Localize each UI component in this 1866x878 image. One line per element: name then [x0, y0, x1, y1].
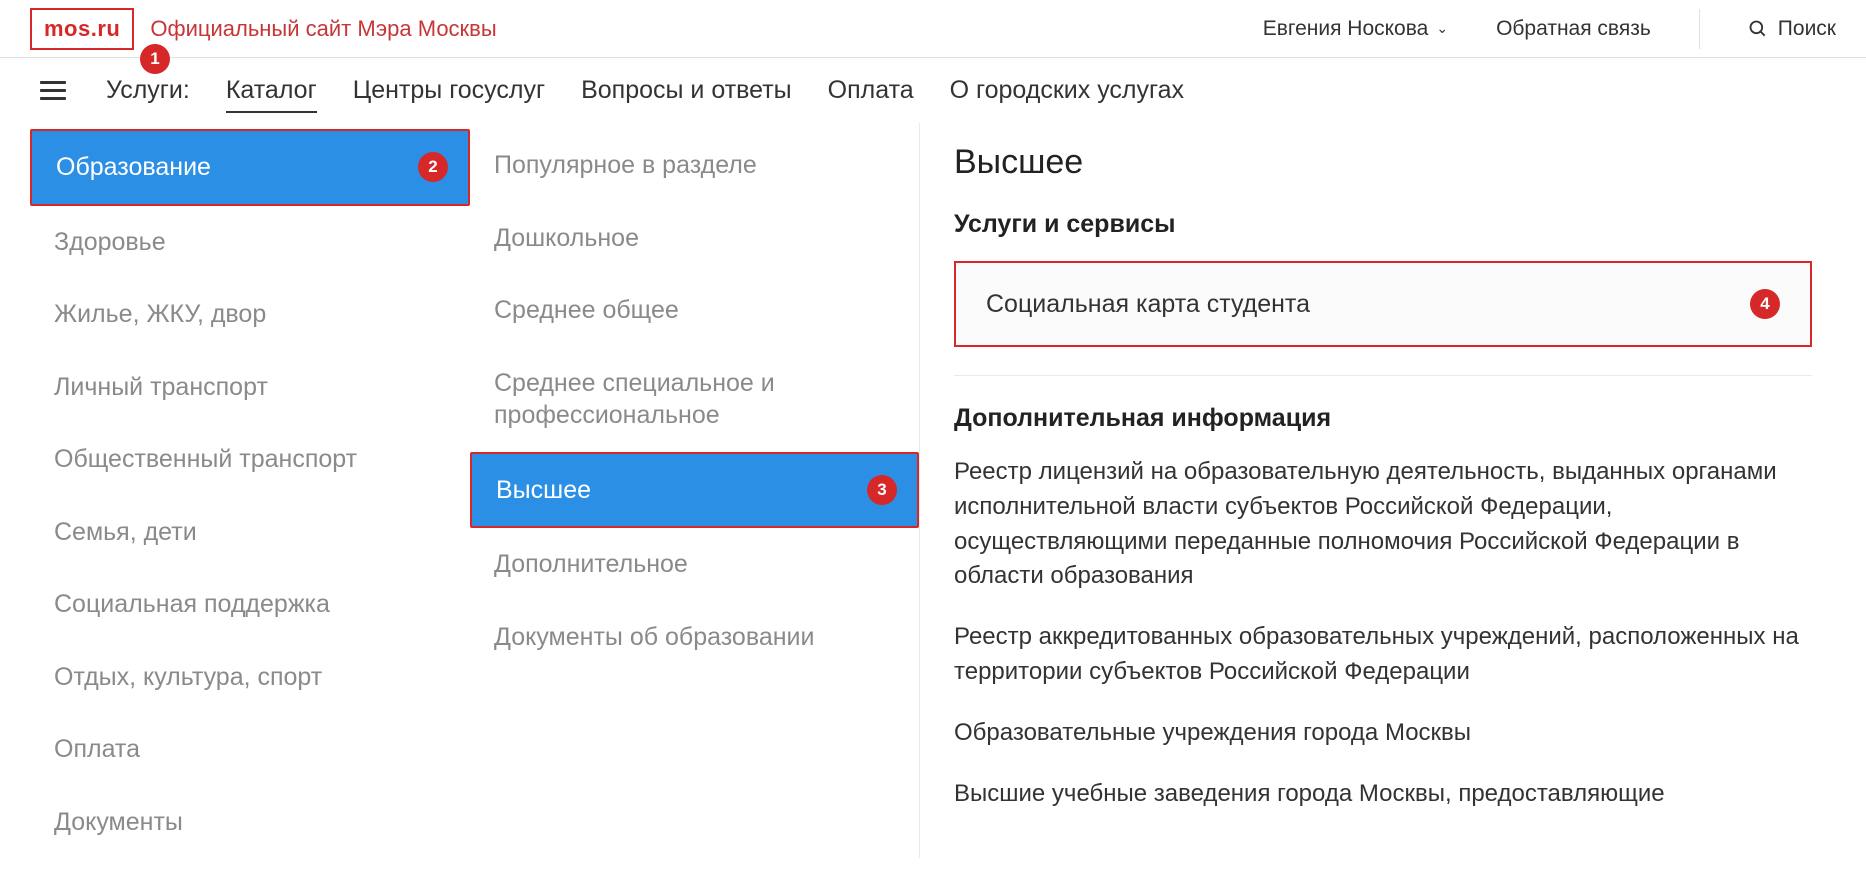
nav-item-centers[interactable]: Центры госуслуг: [353, 76, 545, 105]
nav-item-catalog[interactable]: Каталог: [226, 76, 317, 105]
main-nav: Услуги: Каталог Центры госуслуг Вопросы …: [0, 58, 1866, 123]
site-subtitle: Официальный сайт Мэра Москвы: [150, 16, 496, 42]
subcat-additional[interactable]: Дополнительное: [470, 528, 919, 601]
subcat-label: Высшее: [496, 476, 591, 504]
nav-label: Услуги:: [106, 76, 190, 105]
subcategory-column: Популярное в разделе Дошкольное Среднее …: [470, 123, 920, 858]
divider: [1699, 9, 1700, 49]
nav-item-faq[interactable]: Вопросы и ответы: [581, 76, 792, 105]
nav-item-about[interactable]: О городских услугах: [950, 76, 1184, 105]
service-label: Социальная карта студента: [986, 290, 1310, 319]
page-title: Высшее: [954, 143, 1812, 182]
annotation-badge-1: 1: [140, 44, 170, 74]
annotation-badge-4: 4: [1750, 289, 1780, 319]
subcat-secondary[interactable]: Среднее общее: [470, 274, 919, 347]
annotation-badge-2: 2: [418, 152, 448, 182]
search-button[interactable]: Поиск: [1748, 17, 1836, 41]
subcat-edu-docs[interactable]: Документы об образовании: [470, 601, 919, 674]
category-payment[interactable]: Оплата: [30, 713, 470, 786]
category-documents[interactable]: Документы: [30, 786, 470, 859]
category-social[interactable]: Социальная поддержка: [30, 568, 470, 641]
hamburger-icon[interactable]: [40, 81, 66, 100]
category-education[interactable]: Образование 2: [30, 129, 470, 206]
subcat-higher[interactable]: Высшее 3: [470, 452, 919, 529]
service-student-card[interactable]: Социальная карта студента 4: [954, 261, 1812, 347]
subcat-vocational[interactable]: Среднее специальное и профессиональное: [470, 347, 919, 452]
site-logo[interactable]: mos.ru: [30, 8, 134, 50]
extra-info-heading: Дополнительная информация: [954, 404, 1812, 433]
category-health[interactable]: Здоровье: [30, 206, 470, 279]
subcat-popular[interactable]: Популярное в разделе: [470, 129, 919, 202]
search-icon: [1748, 19, 1768, 39]
category-label: Образование: [56, 153, 211, 181]
category-personal-transport[interactable]: Личный транспорт: [30, 351, 470, 424]
category-public-transport[interactable]: Общественный транспорт: [30, 423, 470, 496]
category-family[interactable]: Семья, дети: [30, 496, 470, 569]
info-link-higher-ed[interactable]: Высшие учебные заведения города Москвы, …: [954, 777, 1812, 812]
info-link-institutions[interactable]: Образовательные учреждения города Москвы: [954, 716, 1812, 751]
annotation-badge-3: 3: [867, 475, 897, 505]
subcat-preschool[interactable]: Дошкольное: [470, 202, 919, 275]
user-name: Евгения Носкова: [1263, 17, 1429, 41]
category-leisure[interactable]: Отдых, культура, спорт: [30, 641, 470, 714]
user-menu[interactable]: Евгения Носкова ⌄: [1263, 17, 1448, 41]
details-column: Высшее Услуги и сервисы Социальная карта…: [920, 123, 1836, 858]
feedback-link[interactable]: Обратная связь: [1496, 17, 1651, 41]
info-link-licenses[interactable]: Реестр лицензий на образовательную деяте…: [954, 455, 1812, 594]
chevron-down-icon: ⌄: [1436, 20, 1448, 37]
services-heading: Услуги и сервисы: [954, 210, 1812, 239]
logo-text: mos.ru: [44, 16, 120, 41]
info-link-accredited[interactable]: Реестр аккредитованных образовательных у…: [954, 620, 1812, 690]
search-label: Поиск: [1778, 17, 1836, 41]
category-column: Образование 2 Здоровье Жилье, ЖКУ, двор …: [30, 123, 470, 858]
category-housing[interactable]: Жилье, ЖКУ, двор: [30, 278, 470, 351]
nav-item-payment[interactable]: Оплата: [828, 76, 914, 105]
divider: [954, 375, 1812, 376]
